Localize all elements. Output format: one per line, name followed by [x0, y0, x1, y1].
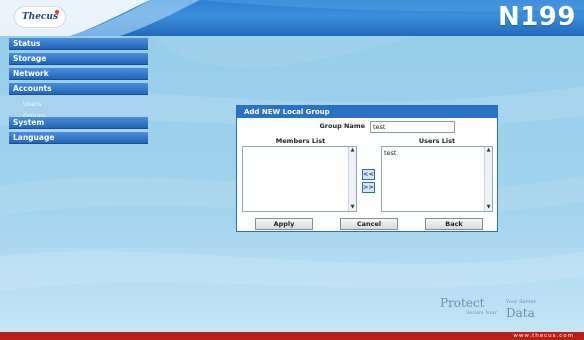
cancel-button[interactable]: Cancel: [340, 218, 398, 230]
back-button[interactable]: Back: [425, 218, 483, 230]
sidebar-item-storage[interactable]: Storage: [9, 53, 148, 65]
brand-tagline: Protect Your Server Secure Your Data: [440, 296, 560, 326]
sidebar-item-status[interactable]: Status: [9, 38, 148, 50]
members-scrollbar[interactable]: ▲ ▼: [348, 147, 356, 211]
model-name: N199: [497, 2, 576, 32]
scroll-down-arrow-icon[interactable]: ▼: [349, 204, 356, 211]
tagline-protect: Protect: [440, 296, 485, 310]
sidebar-item-language[interactable]: Language: [9, 132, 148, 144]
sidebar-nav: Status Storage Network Accounts Users Gr…: [9, 38, 148, 147]
footer-bar: www.thecus.com: [0, 332, 584, 340]
users-listbox[interactable]: test ▲ ▼: [381, 146, 493, 212]
scroll-down-arrow-icon[interactable]: ▼: [485, 204, 492, 211]
dialog-title: Add NEW Local Group: [237, 106, 497, 118]
tagline-secure-your: Secure Your: [466, 310, 497, 316]
list-item[interactable]: test: [384, 149, 396, 157]
move-to-users-button[interactable]: >>: [362, 182, 375, 193]
group-name-label: Group Name: [319, 122, 365, 130]
submenu-item-users[interactable]: Users: [9, 98, 148, 110]
apply-button[interactable]: Apply: [255, 218, 313, 230]
group-name-row: Group Name: [237, 121, 497, 134]
header-swoosh: [0, 0, 584, 36]
sidebar-item-system[interactable]: System: [9, 117, 148, 129]
sidebar-item-network[interactable]: Network: [9, 68, 148, 80]
users-scrollbar[interactable]: ▲ ▼: [484, 147, 492, 211]
members-list-header: Members List: [275, 137, 326, 145]
tagline-your-server: Your Server: [506, 299, 537, 305]
members-listbox[interactable]: ▲ ▼: [242, 146, 357, 212]
tagline-data: Data: [506, 306, 535, 320]
users-items: test: [384, 149, 396, 157]
footer-url[interactable]: www.thecus.com: [513, 332, 574, 340]
move-to-members-button[interactable]: <<: [362, 169, 375, 180]
sidebar-item-accounts[interactable]: Accounts: [9, 83, 148, 95]
app-window: Thecus N199 Status Storage Network Accou…: [0, 0, 584, 340]
scroll-up-arrow-icon[interactable]: ▲: [349, 147, 356, 154]
users-list-header: Users List: [418, 137, 456, 145]
add-group-dialog: Add NEW Local Group Group Name Members L…: [236, 105, 498, 232]
scroll-up-arrow-icon[interactable]: ▲: [485, 147, 492, 154]
group-name-input[interactable]: [370, 121, 455, 133]
header-bar: Thecus N199: [0, 0, 584, 36]
thecus-logo: Thecus: [14, 6, 66, 28]
